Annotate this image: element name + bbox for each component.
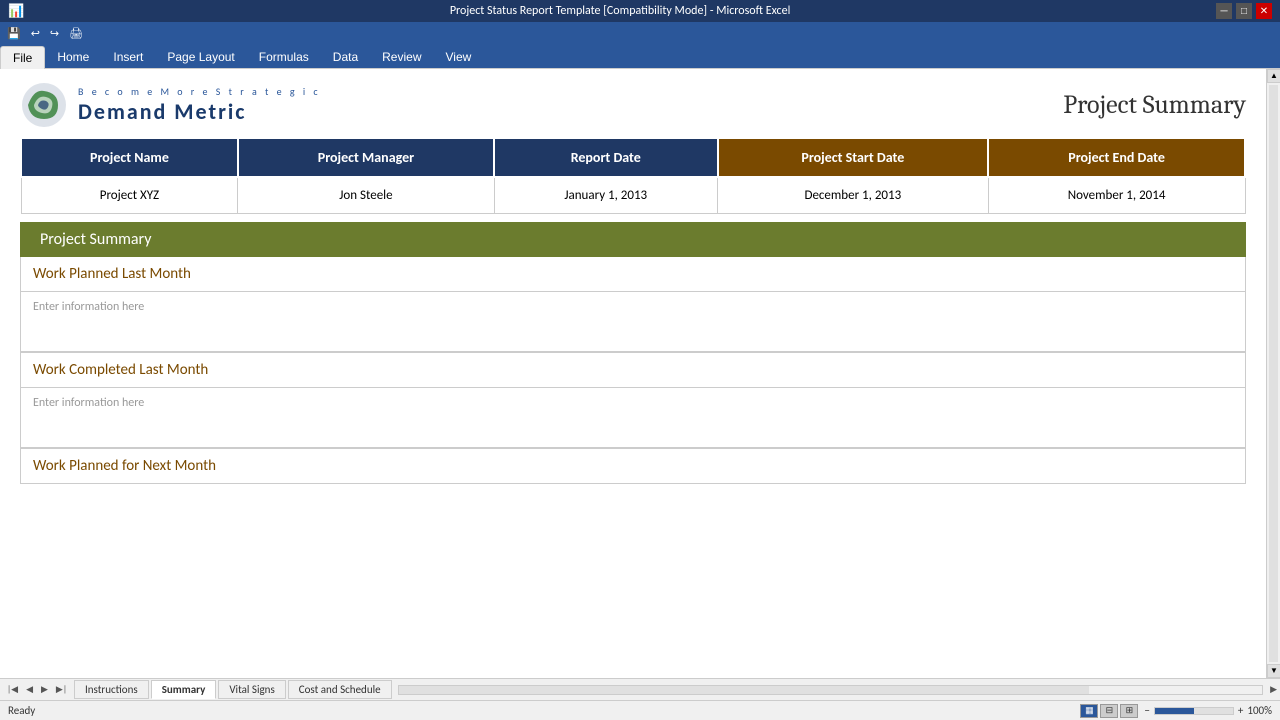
project-summary-header: Project Summary <box>20 222 1246 257</box>
next-sheet-button[interactable]: ▶ <box>38 683 51 696</box>
section-work-completed-last: Work Completed Last Month Enter informat… <box>20 353 1246 449</box>
window-title: Project Status Report Template [Compatib… <box>24 4 1216 18</box>
company-logo: B e c o m e M o r e S t r a t e g i c De… <box>20 81 321 129</box>
undo-icon[interactable]: ↩ <box>28 25 43 42</box>
scroll-down-button[interactable]: ▼ <box>1267 664 1280 678</box>
redo-icon[interactable]: ↪ <box>47 25 62 42</box>
sheet-tab-vital-signs[interactable]: Vital Signs <box>218 680 285 699</box>
company-name: Demand Metric <box>78 98 321 125</box>
sheet-tab-instructions[interactable]: Instructions <box>74 680 149 699</box>
cell-manager[interactable]: Jon Steele <box>238 177 494 214</box>
sheet-tab-summary[interactable]: Summary <box>151 680 217 699</box>
col-header-report-date: Report Date <box>494 138 718 177</box>
tab-page-layout[interactable]: Page Layout <box>155 46 246 68</box>
sheet-navigation: |◀ ◀ ▶ ▶| <box>0 683 74 696</box>
table-row: Project XYZ Jon Steele January 1, 2013 D… <box>21 177 1245 214</box>
zoom-fill <box>1155 708 1194 714</box>
tab-insert[interactable]: Insert <box>101 46 155 68</box>
quick-access-toolbar: 💾 ↩ ↪ 🖨 <box>0 22 1280 44</box>
status-text: Ready <box>8 704 35 717</box>
horizontal-scrollbar-thumb[interactable] <box>399 686 1090 694</box>
close-button[interactable]: ✕ <box>1256 3 1272 19</box>
minimize-button[interactable]: ─ <box>1216 3 1232 19</box>
tab-data[interactable]: Data <box>321 46 370 68</box>
col-header-manager: Project Manager <box>238 138 494 177</box>
logo-icon <box>20 81 68 129</box>
scroll-right-button[interactable]: ▶ <box>1267 683 1280 696</box>
cell-project-name[interactable]: Project XYZ <box>21 177 238 214</box>
tab-review[interactable]: Review <box>370 46 433 68</box>
work-planned-last-content[interactable]: Enter information here <box>21 292 1245 352</box>
ribbon: File Home Insert Page Layout Formulas Da… <box>0 44 1280 69</box>
section-work-planned-next: Work Planned for Next Month <box>20 449 1246 484</box>
window-controls: ─ □ ✕ <box>1216 3 1272 19</box>
prev-sheet-button[interactable]: ◀ <box>23 683 36 696</box>
last-sheet-button[interactable]: ▶| <box>53 683 70 696</box>
save-icon[interactable]: 💾 <box>4 25 24 42</box>
app-icon: 📊 <box>8 4 24 19</box>
zoom-slider[interactable] <box>1154 707 1234 715</box>
zoom-in-button[interactable]: + <box>1238 704 1243 717</box>
spreadsheet-container: B e c o m e M o r e S t r a t e g i c De… <box>0 69 1266 678</box>
tab-file[interactable]: File <box>0 46 45 69</box>
page-layout-view-button[interactable]: ⊟ <box>1100 704 1118 718</box>
sheet-tab-cost-schedule[interactable]: Cost and Schedule <box>288 680 392 699</box>
first-sheet-button[interactable]: |◀ <box>4 683 21 696</box>
work-completed-last-content[interactable]: Enter information here <box>21 388 1245 448</box>
status-bar: Ready ▦ ⊟ ⊞ − + 100% <box>0 700 1280 720</box>
zoom-area: − + 100% <box>1144 704 1272 717</box>
tab-home[interactable]: Home <box>45 46 101 68</box>
project-info-table: Project Name Project Manager Report Date… <box>20 137 1246 214</box>
page-title: Project Summary <box>1063 90 1246 120</box>
section-work-planned-last: Work Planned Last Month Enter informatio… <box>20 257 1246 353</box>
project-summary-label: Project Summary <box>40 230 151 249</box>
document-header: B e c o m e M o r e S t r a t e g i c De… <box>0 69 1266 137</box>
maximize-button[interactable]: □ <box>1236 3 1252 19</box>
cell-start-date[interactable]: December 1, 2013 <box>718 177 989 214</box>
title-bar-left: 📊 <box>8 4 24 19</box>
normal-view-button[interactable]: ▦ <box>1080 704 1098 718</box>
view-buttons: ▦ ⊟ ⊞ <box>1080 704 1138 718</box>
col-header-end-date: Project End Date <box>988 138 1245 177</box>
work-completed-last-title: Work Completed Last Month <box>21 353 1245 388</box>
col-header-project-name: Project Name <box>21 138 238 177</box>
logo-text: B e c o m e M o r e S t r a t e g i c De… <box>78 85 321 125</box>
cell-end-date[interactable]: November 1, 2014 <box>988 177 1245 214</box>
title-bar: 📊 Project Status Report Template [Compat… <box>0 0 1280 22</box>
zoom-out-button[interactable]: − <box>1144 704 1149 717</box>
work-planned-next-title: Work Planned for Next Month <box>21 449 1245 484</box>
work-planned-last-placeholder: Enter information here <box>33 300 144 314</box>
work-planned-last-title: Work Planned Last Month <box>21 257 1245 292</box>
tab-view[interactable]: View <box>434 46 484 68</box>
status-right: ▦ ⊟ ⊞ − + 100% <box>1080 704 1272 718</box>
zoom-level: 100% <box>1247 704 1272 717</box>
main-area: B e c o m e M o r e S t r a t e g i c De… <box>0 69 1280 678</box>
page-break-view-button[interactable]: ⊞ <box>1120 704 1138 718</box>
horizontal-scroll-area[interactable] <box>394 685 1267 695</box>
vertical-scrollbar[interactable]: ▲ ▼ <box>1266 69 1280 678</box>
content-area: B e c o m e M o r e S t r a t e g i c De… <box>0 69 1266 678</box>
cell-report-date[interactable]: January 1, 2013 <box>494 177 718 214</box>
tab-formulas[interactable]: Formulas <box>247 46 321 68</box>
scroll-thumb[interactable] <box>1269 85 1278 662</box>
company-tagline: B e c o m e M o r e S t r a t e g i c <box>78 85 321 98</box>
work-completed-last-placeholder: Enter information here <box>33 396 144 410</box>
sheet-tab-bar: |◀ ◀ ▶ ▶| Instructions Summary Vital Sig… <box>0 678 1280 700</box>
print-preview-icon[interactable]: 🖨 <box>66 25 86 42</box>
col-header-start-date: Project Start Date <box>718 138 989 177</box>
scroll-up-button[interactable]: ▲ <box>1267 69 1280 83</box>
ribbon-tabs: File Home Insert Page Layout Formulas Da… <box>0 44 1280 68</box>
horizontal-scrollbar-track[interactable] <box>398 685 1263 695</box>
